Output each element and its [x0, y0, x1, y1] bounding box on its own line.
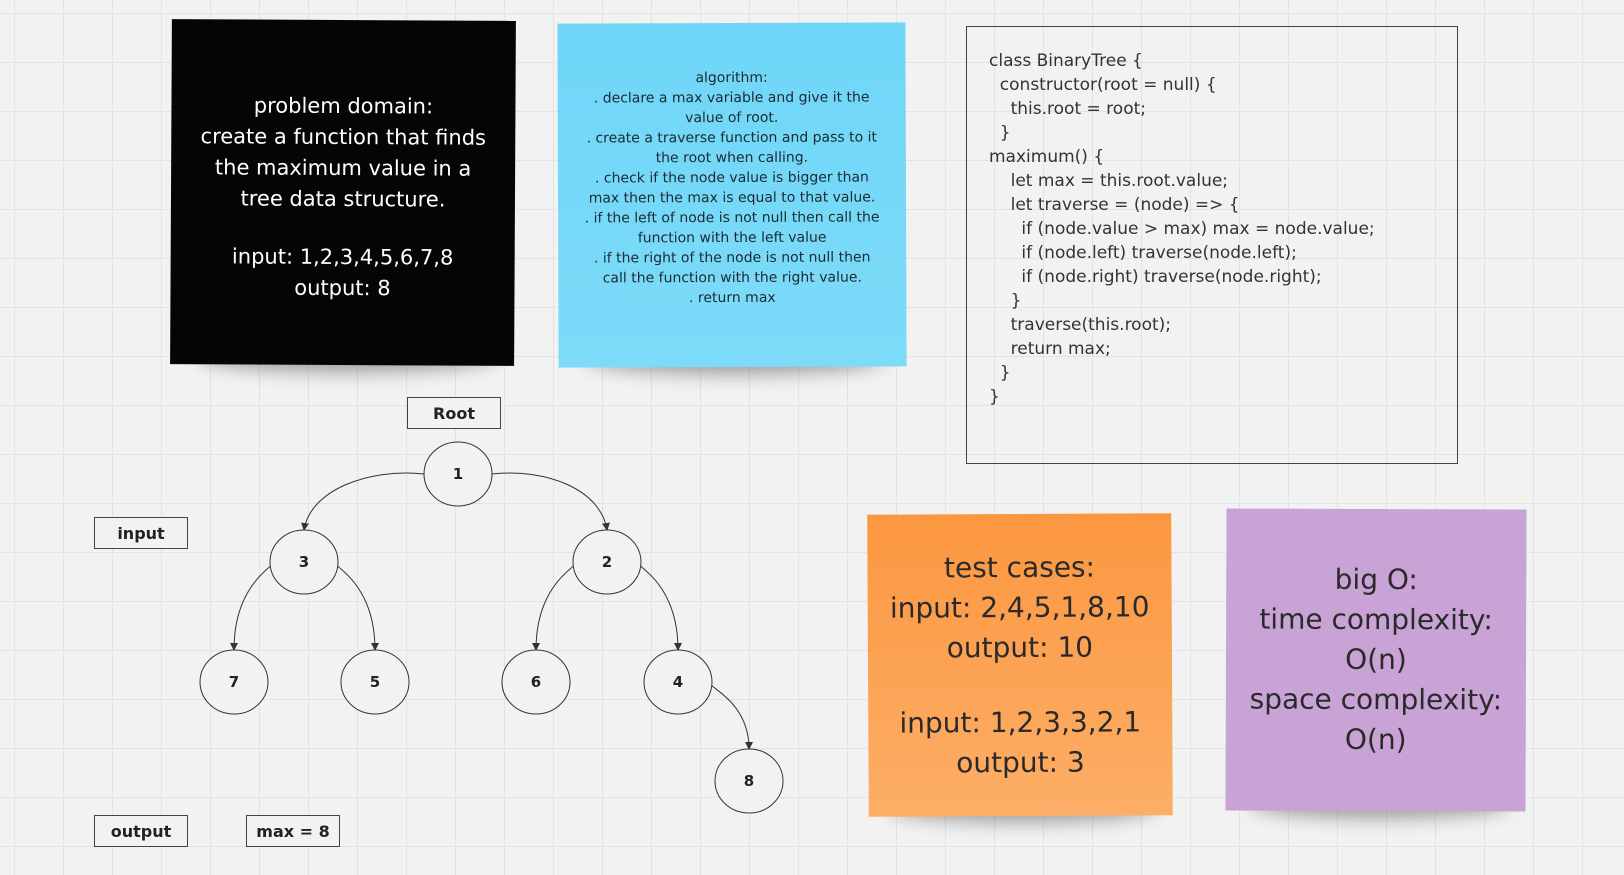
tree-node-value: 6 [531, 673, 541, 691]
tree-node-2[interactable]: 2 [572, 529, 642, 595]
tree-node-1[interactable]: 1 [423, 441, 493, 507]
tree-node-value: 8 [744, 772, 754, 790]
tree-node-value: 3 [299, 553, 309, 571]
tree-node-6[interactable]: 6 [501, 649, 571, 715]
tree-edge-n2-n4 [638, 561, 682, 651]
tree-node-4[interactable]: 4 [643, 649, 713, 715]
tree-node-8[interactable]: 8 [714, 748, 784, 814]
tree-edge-n2-n6 [532, 561, 576, 651]
tree-edge-n3-n5 [335, 561, 379, 651]
tree-node-7[interactable]: 7 [199, 649, 269, 715]
tree-node-value: 1 [453, 465, 463, 483]
tree-node-3[interactable]: 3 [269, 529, 339, 595]
tree-node-value: 4 [673, 673, 683, 691]
tree-node-5[interactable]: 5 [340, 649, 410, 715]
tree-edge-n1-n3 [301, 472, 425, 531]
tree-node-value: 5 [370, 673, 380, 691]
tree-edge-n3-n7 [230, 561, 273, 651]
tree-edge-n4-n8 [709, 681, 753, 750]
binary-tree-diagram: 1 3 2 7 5 6 4 8 [199, 441, 784, 814]
tree-node-value: 2 [602, 553, 612, 571]
tree-node-value: 7 [229, 673, 239, 691]
tree-edge-n1-n2 [491, 472, 610, 531]
